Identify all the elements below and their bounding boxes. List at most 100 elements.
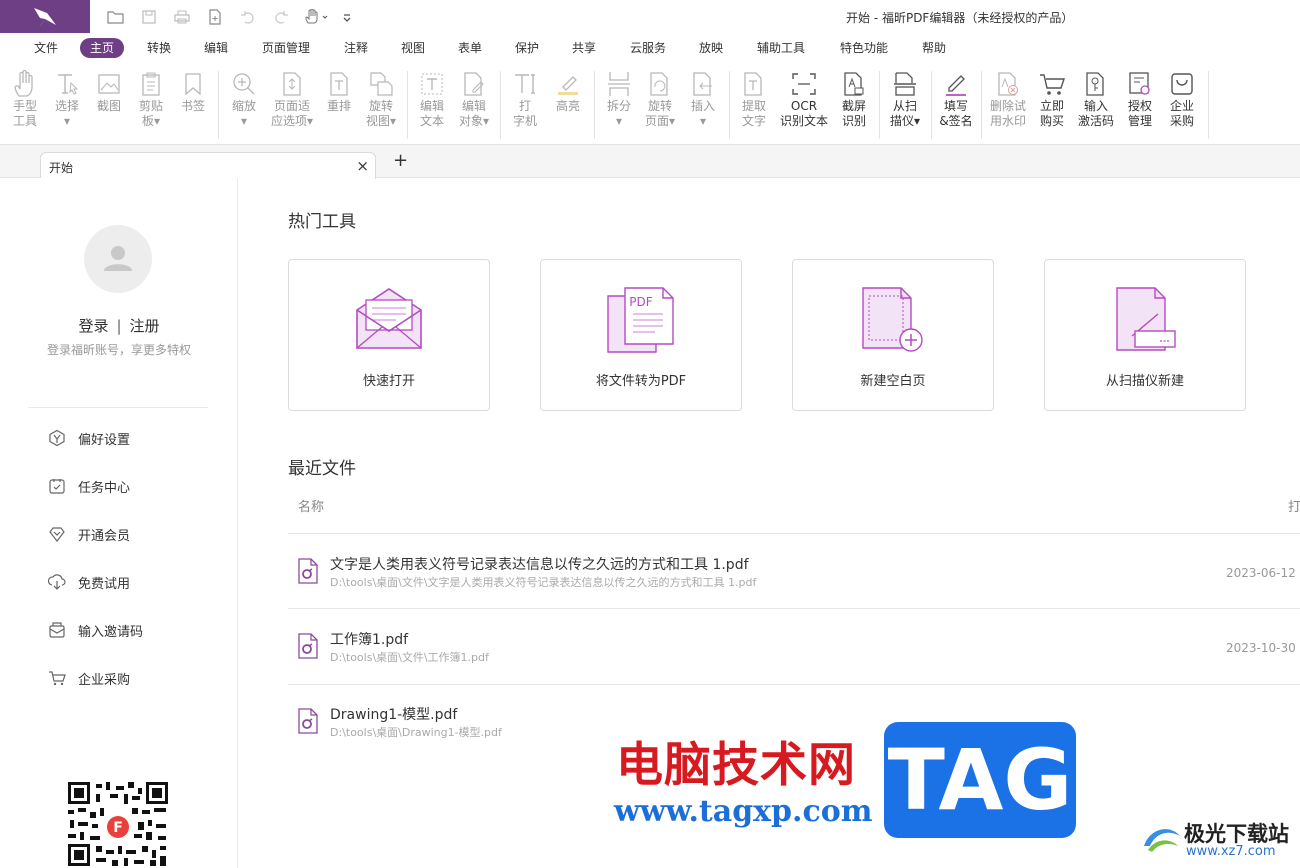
app-logo[interactable] xyxy=(0,0,90,33)
avatar[interactable] xyxy=(84,225,152,293)
divider xyxy=(28,407,208,408)
menu-file[interactable]: 文件 xyxy=(34,38,58,58)
menu-view[interactable]: 视图 xyxy=(401,38,425,58)
customize-icon[interactable] xyxy=(336,7,358,27)
fill-sign-button[interactable]: 填写 &签名 xyxy=(933,69,979,129)
snapshot-icon xyxy=(98,74,120,94)
tool-label-1: 手型 xyxy=(12,99,37,113)
edit-text-icon xyxy=(421,73,443,95)
clipboard-button[interactable]: 剪贴 板▾ xyxy=(128,69,174,129)
envelope-open-icon xyxy=(356,288,422,349)
enterprise-buy-button[interactable]: 企业 采购 xyxy=(1159,69,1205,129)
rotate-page-icon xyxy=(650,72,668,96)
snapshot-button[interactable]: 截图 xyxy=(86,69,132,114)
split-button[interactable]: 拆分 ▾ xyxy=(596,69,642,129)
print-icon[interactable] xyxy=(171,7,193,27)
sidebar-item-label: 免费试用 xyxy=(78,576,131,592)
rotate-page-button[interactable]: 旋转 页面▾ xyxy=(637,69,683,129)
license-manage-button[interactable]: 授权 管理 xyxy=(1117,69,1163,129)
sidebar-item-free-trial[interactable]: 免费试用 xyxy=(48,571,130,593)
menu-protect[interactable]: 保护 xyxy=(515,38,539,58)
remove-watermark-button[interactable]: 删除试 用水印 xyxy=(985,69,1031,129)
fit-page-button[interactable]: 页面适 应选项▾ xyxy=(266,69,318,129)
menu-convert[interactable]: 转换 xyxy=(147,38,171,58)
bookmark-button[interactable]: 书签 xyxy=(170,69,216,114)
file-name: 文字是人类用表义符号记录表达信息以传之久远的方式和工具 1.pdf xyxy=(330,557,749,573)
edit-object-button[interactable]: 编辑 对象▾ xyxy=(451,69,497,129)
tool-label-1: 缩放 xyxy=(231,99,256,113)
column-header-date[interactable]: 打 xyxy=(1288,496,1300,515)
menu-cloud[interactable]: 云服务 xyxy=(630,38,666,58)
typewriter-button[interactable]: 打 字机 xyxy=(502,69,548,129)
menu-form[interactable]: 表单 xyxy=(458,38,482,58)
ocr-button[interactable]: OCR 识别文本 xyxy=(778,69,830,129)
menu-help[interactable]: 帮助 xyxy=(922,38,946,58)
pdf-file-icon xyxy=(298,633,318,659)
register-link[interactable]: 注册 xyxy=(130,317,160,335)
insert-button[interactable]: 插入 ▾ xyxy=(680,69,726,129)
open-folder-icon[interactable] xyxy=(105,7,127,27)
sidebar-item-invite-code[interactable]: 输入邀请码 xyxy=(48,619,143,641)
from-scanner-button[interactable]: 从扫 描仪▾ xyxy=(882,69,928,129)
sidebar-item-preferences[interactable]: 偏好设置 xyxy=(48,427,130,449)
hand-tool-button[interactable]: 手型 工具 xyxy=(2,69,48,129)
buy-now-button[interactable]: 立即 购买 xyxy=(1029,69,1075,129)
activation-code-icon xyxy=(1086,72,1104,96)
menu-page-manage[interactable]: 页面管理 xyxy=(262,38,310,58)
sidebar-item-enterprise[interactable]: 企业采购 xyxy=(48,667,130,689)
new-blank-page-card[interactable]: 新建空白页 xyxy=(792,259,994,411)
rotate-view-button[interactable]: 旋转 视图▾ xyxy=(358,69,404,129)
highlight-button[interactable]: 高亮 xyxy=(545,69,591,114)
menu-accessibility[interactable]: 辅助工具 xyxy=(757,38,805,58)
tool-label-1: 删除试 xyxy=(989,99,1026,113)
table-row[interactable]: 文字是人类用表义符号记录表达信息以传之久远的方式和工具 1.pdf D:\too… xyxy=(288,534,1300,608)
watermark-text-cn: 电脑技术网 xyxy=(616,738,856,793)
column-header-name[interactable]: 名称 xyxy=(298,496,324,515)
tool-label-1: 截屏 xyxy=(841,99,866,113)
reflow-button[interactable]: 重排 xyxy=(316,69,362,114)
menu-features[interactable]: 特色功能 xyxy=(840,38,888,58)
sidebar-item-task-center[interactable]: 任务中心 xyxy=(48,475,130,497)
close-tab-icon[interactable]: × xyxy=(356,157,369,175)
activation-code-button[interactable]: 输入 激活码 xyxy=(1073,69,1119,129)
screenshot-ocr-button[interactable]: 截屏 识别 xyxy=(831,69,877,129)
menu-comment[interactable]: 注释 xyxy=(344,38,368,58)
add-tab-button[interactable]: + xyxy=(393,150,408,171)
scanner-new-card[interactable]: 从扫描仪新建 xyxy=(1044,259,1246,411)
new-doc-icon[interactable] xyxy=(204,7,226,27)
start-sidebar: 登录 | 注册 登录福昕账号，享更多特权 偏好设置 任务中心 开通会员 免费试用 输… xyxy=(0,178,238,868)
tool-label-1: 截图 xyxy=(96,99,121,113)
edit-text-button[interactable]: 编辑 文本 xyxy=(409,69,455,129)
svg-text:F: F xyxy=(113,820,123,836)
login-link[interactable]: 登录 xyxy=(78,317,108,335)
foxit-logo-icon xyxy=(34,8,56,26)
ribbon-separator xyxy=(729,71,730,139)
sidebar-item-membership[interactable]: 开通会员 xyxy=(48,523,130,545)
tool-label-2: 采购 xyxy=(1169,114,1194,128)
tool-label-2: ▾ xyxy=(240,114,248,128)
tool-label-2: 对象▾ xyxy=(458,114,490,128)
extract-text-button[interactable]: 提取 文字 xyxy=(731,69,777,129)
undo-icon[interactable] xyxy=(237,7,259,27)
menu-share[interactable]: 共享 xyxy=(572,38,596,58)
card-label: 将文件转为PDF xyxy=(595,374,687,389)
menu-edit[interactable]: 编辑 xyxy=(204,38,228,58)
menu-presentation[interactable]: 放映 xyxy=(699,38,723,58)
menu-home[interactable]: 主页 xyxy=(80,38,125,58)
table-row[interactable]: 工作簿1.pdf D:\tools\桌面\文件\工作簿1.pdf 2023-10… xyxy=(288,609,1300,683)
insert-icon xyxy=(693,72,712,96)
aurora-logo-icon xyxy=(1144,829,1180,852)
save-icon[interactable] xyxy=(138,7,160,27)
tool-label-2: 板▾ xyxy=(141,114,161,128)
redo-icon[interactable] xyxy=(270,7,292,27)
quick-open-card[interactable]: 快速打开 xyxy=(288,259,490,411)
tab-start[interactable]: 开始 × xyxy=(40,152,376,179)
tool-label-2: ▾ xyxy=(63,114,71,128)
select-tool-button[interactable]: 选择 ▾ xyxy=(44,69,90,129)
ribbon-separator xyxy=(594,71,595,139)
zoom-button[interactable]: 缩放 ▾ xyxy=(221,69,267,129)
convert-to-pdf-card[interactable]: PDF 将文件转为PDF xyxy=(540,259,742,411)
hand-icon[interactable] xyxy=(303,7,331,27)
watermark-site: 极光下载站 www.xz7.com xyxy=(1140,814,1300,868)
ribbon-separator xyxy=(407,71,408,139)
